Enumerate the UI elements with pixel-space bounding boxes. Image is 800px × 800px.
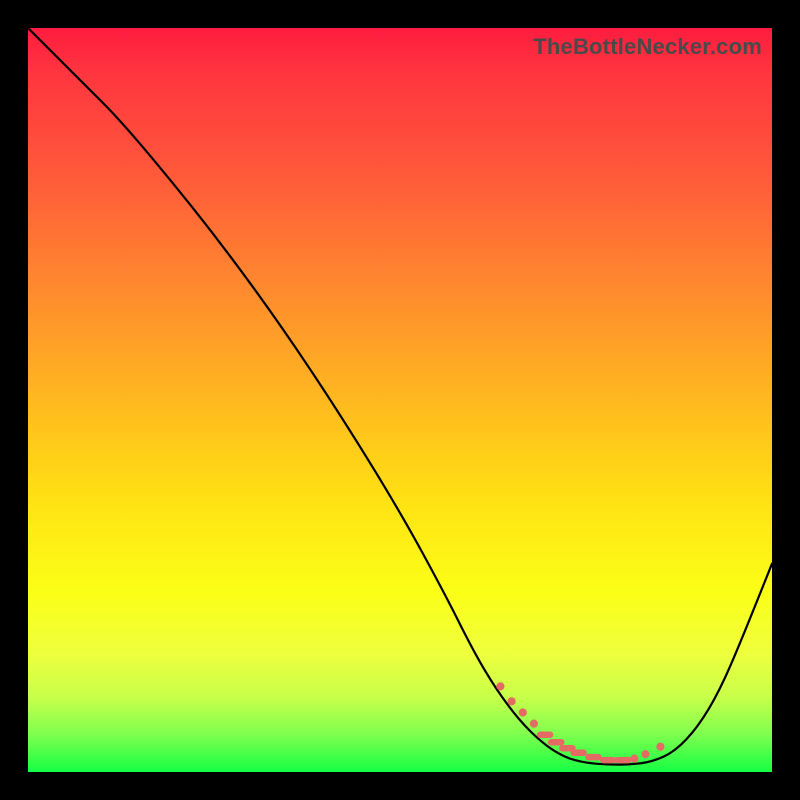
valley-dot (642, 751, 649, 758)
valley-dot (497, 683, 504, 690)
valley-dot (508, 698, 515, 705)
bottleneck-curve (28, 28, 772, 765)
plot-area: TheBottleNecker.com (28, 28, 772, 772)
valley-dot (657, 743, 664, 750)
chart-stage: TheBottleNecker.com (0, 0, 800, 800)
curve-overlay (28, 28, 772, 772)
valley-dot (519, 709, 526, 716)
valley-dot (530, 720, 537, 727)
valley-dot (631, 755, 638, 762)
